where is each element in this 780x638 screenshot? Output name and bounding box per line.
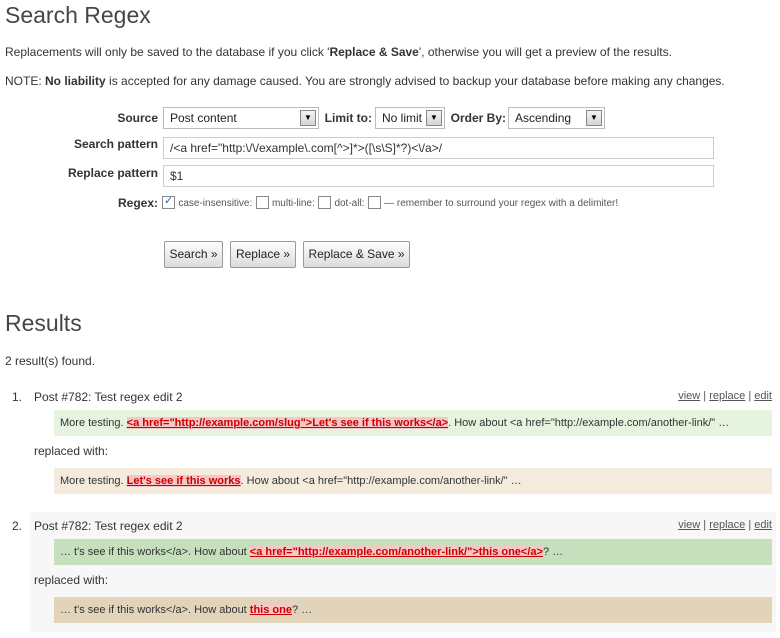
regex-options: case-insensitive: multi-line: dot-all: —…	[162, 194, 619, 210]
result-replacement: More testing. Let's see if this works. H…	[54, 468, 772, 494]
search-pattern-input[interactable]: /<a href="http:\/\/example\.com[^>]*>([\…	[163, 137, 714, 159]
dot-all-checkbox[interactable]	[318, 196, 332, 210]
limit-select[interactable]: No limit ▼	[375, 107, 445, 129]
regex-label: Regex:	[117, 196, 158, 210]
edit-link[interactable]: edit	[754, 390, 772, 402]
result-actions: view | replace | edit	[640, 390, 772, 402]
separator: |	[748, 390, 752, 402]
note-bold: No liability	[45, 74, 106, 88]
chevron-down-icon: ▼	[426, 110, 442, 126]
context-text: … t's see if this works</a>. How about	[60, 546, 250, 558]
order-label: Order By:	[450, 111, 506, 125]
edit-link[interactable]: edit	[754, 519, 772, 531]
source-select[interactable]: Post content ▼	[163, 107, 319, 129]
result-title: Post #782: Test regex edit 2	[34, 390, 183, 404]
result-original: More testing. <a href="http://example.co…	[54, 410, 772, 436]
order-select-value: Ascending	[515, 111, 572, 125]
replacement-highlight: this one	[249, 604, 292, 616]
case-insensitive-label: case-insensitive:	[178, 198, 253, 209]
result-replacement: … t's see if this works</a>. How about t…	[54, 597, 772, 623]
intro-suffix: ', otherwise you will get a preview of t…	[418, 45, 672, 59]
replacement-highlight: Let's see if this works	[126, 475, 241, 487]
context-text: . How about <a href="http://example.com/…	[448, 417, 730, 429]
regex-note: — remember to surround your regex with a…	[384, 198, 619, 209]
chevron-down-icon: ▼	[300, 110, 316, 126]
replace-button[interactable]: Replace »	[230, 241, 296, 268]
match-highlight: <a href="http://example.com/another-link…	[249, 546, 543, 558]
context-text: ? …	[542, 546, 564, 558]
multi-line-label: multi-line:	[271, 198, 315, 209]
match-highlight: <a href="http://example.com/slug">Let's …	[126, 417, 449, 429]
intro-bold: Replace & Save	[329, 45, 419, 59]
replaced-with-label: replaced with:	[34, 573, 109, 587]
case-insensitive-checkbox[interactable]	[162, 194, 175, 210]
separator: |	[703, 519, 707, 531]
note-suffix: is accepted for any damage caused. You a…	[105, 74, 725, 88]
separator: |	[703, 390, 707, 402]
replace-save-button[interactable]: Replace & Save »	[303, 241, 410, 268]
note-prefix: NOTE:	[5, 74, 46, 88]
intro-prefix: Replacements will only be saved to the d…	[5, 45, 330, 59]
replace-pattern-label: Replace pattern	[67, 166, 158, 180]
separator: |	[748, 519, 752, 531]
dot-all-label: dot-all:	[334, 198, 365, 209]
results-count: 2 result(s) found.	[5, 354, 96, 368]
source-label: Source	[117, 111, 158, 125]
multi-line-checkbox[interactable]	[255, 196, 269, 210]
page-title: Search Regex	[5, 2, 151, 28]
replace-link[interactable]: replace	[709, 519, 745, 531]
context-text: More testing.	[60, 417, 127, 429]
result-original: … t's see if this works</a>. How about <…	[54, 539, 772, 565]
replace-pattern-input[interactable]: $1	[163, 165, 714, 187]
context-text: More testing.	[60, 475, 127, 487]
result-actions: view | replace | edit	[640, 519, 772, 531]
note-text: NOTE: No liability is accepted for any d…	[5, 74, 725, 88]
context-text: . How about <a href="http://example.com/…	[240, 475, 522, 487]
context-text: … t's see if this works</a>. How about	[60, 604, 250, 616]
replace-link[interactable]: replace	[709, 390, 745, 402]
result-number: 2.	[12, 519, 23, 533]
search-pattern-label: Search pattern	[73, 137, 158, 151]
limit-label: Limit to:	[324, 111, 372, 125]
intro-text: Replacements will only be saved to the d…	[5, 45, 672, 59]
result-number: 1.	[12, 390, 23, 404]
context-text: ? …	[291, 604, 313, 616]
replaced-with-label: replaced with:	[34, 444, 109, 458]
source-select-value: Post content	[170, 111, 237, 125]
order-select[interactable]: Ascending ▼	[508, 107, 605, 129]
extended-checkbox[interactable]	[367, 196, 381, 210]
search-button[interactable]: Search »	[164, 241, 223, 268]
view-link[interactable]: view	[678, 390, 700, 402]
result-title: Post #782: Test regex edit 2	[34, 519, 183, 533]
results-heading: Results	[5, 310, 82, 336]
view-link[interactable]: view	[678, 519, 700, 531]
limit-select-value: No limit	[382, 111, 423, 125]
chevron-down-icon: ▼	[586, 110, 602, 126]
